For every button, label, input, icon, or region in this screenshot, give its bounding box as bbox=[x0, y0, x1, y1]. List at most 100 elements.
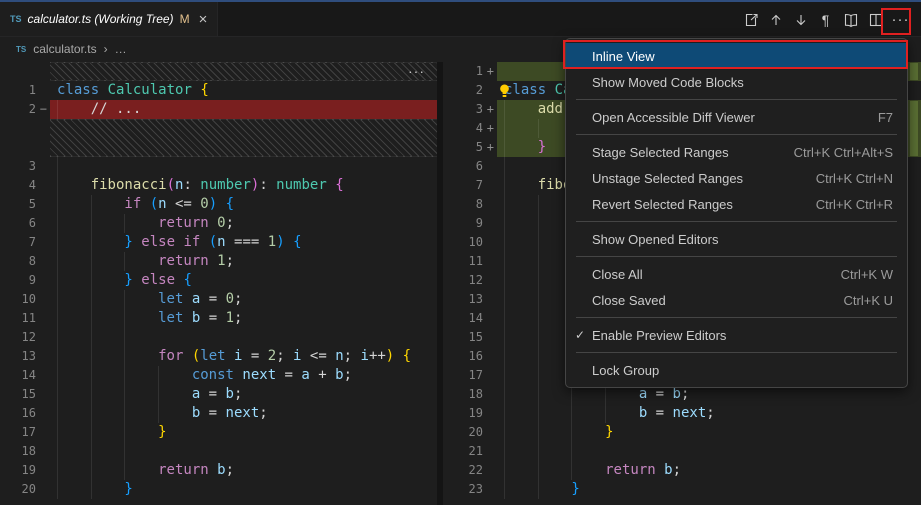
original-editor-pane[interactable]: ··· 1class Calculator {2−// ...34fibonac… bbox=[0, 62, 437, 505]
code-line[interactable]: fibonacci(n: number): number { bbox=[50, 176, 437, 195]
menu-item-close-saved[interactable]: Close Saved Ctrl+K U bbox=[566, 287, 907, 313]
menu-shortcut: Ctrl+K Ctrl+N bbox=[816, 171, 893, 186]
code-line[interactable]: for (let i = 2; i <= n; i++) { bbox=[50, 347, 437, 366]
code-line[interactable] bbox=[50, 157, 437, 176]
menu-separator bbox=[576, 134, 897, 135]
code-line[interactable]: if (n <= 0) { bbox=[50, 195, 437, 214]
menu-item-unstage-selected-ranges[interactable]: Unstage Selected Ranges Ctrl+K Ctrl+N bbox=[566, 165, 907, 191]
code-row: 4fibonacci(n: number): number { bbox=[0, 176, 437, 195]
code-line[interactable]: return 1; bbox=[50, 252, 437, 271]
menu-item-inline-view[interactable]: Inline View bbox=[566, 43, 907, 69]
code-line[interactable]: a = b; bbox=[50, 385, 437, 404]
menu-item-stage-selected-ranges[interactable]: Stage Selected RangesCtrl+K Ctrl+Alt+S bbox=[566, 139, 907, 165]
line-number: 21 bbox=[443, 442, 497, 461]
line-number: 8 bbox=[0, 252, 50, 271]
menu-shortcut: Ctrl+K U bbox=[844, 293, 893, 308]
code-line[interactable]: return b; bbox=[497, 461, 921, 480]
code-line[interactable]: // ... bbox=[50, 100, 437, 119]
code-line[interactable]: return b; bbox=[50, 461, 437, 480]
code-line[interactable]: b = next; bbox=[50, 404, 437, 423]
previous-change-icon[interactable] bbox=[763, 7, 788, 32]
code-line[interactable]: return 0; bbox=[50, 214, 437, 233]
code-row: 19b = next; bbox=[443, 404, 921, 423]
original-code-lines: 1class Calculator {2−// ...34fibonacci(n… bbox=[0, 62, 437, 499]
lightbulb-icon[interactable] bbox=[499, 84, 510, 104]
breadcrumb-file[interactable]: calculator.ts bbox=[33, 42, 96, 56]
menu-item-enable-preview-editors[interactable]: ✓Enable Preview Editors bbox=[566, 322, 907, 348]
code-row: 7} else if (n === 1) { bbox=[0, 233, 437, 252]
code-line[interactable]: } bbox=[497, 423, 921, 442]
line-number: 17 bbox=[0, 423, 50, 442]
menu-item-show-opened-editors[interactable]: Show Opened Editors bbox=[566, 226, 907, 252]
line-number: 9 bbox=[0, 271, 50, 290]
menu-shortcut: F7 bbox=[878, 110, 893, 125]
line-number: 12 bbox=[443, 271, 497, 290]
code-line[interactable]: class Calculator { bbox=[50, 81, 437, 100]
line-number: 7 bbox=[443, 176, 497, 195]
menu-shortcut: Ctrl+K W bbox=[841, 267, 893, 282]
code-row: 5if (n <= 0) { bbox=[0, 195, 437, 214]
code-row: 20} bbox=[443, 423, 921, 442]
menu-item-label: Lock Group bbox=[592, 363, 893, 378]
more-actions-icon[interactable]: ··· bbox=[888, 7, 913, 32]
diff-filler-hatch bbox=[50, 62, 437, 81]
line-number: 10 bbox=[443, 233, 497, 252]
code-line[interactable]: b = next; bbox=[497, 404, 921, 423]
split-editor-icon[interactable] bbox=[863, 7, 888, 32]
code-line[interactable] bbox=[50, 328, 437, 347]
line-number: 1+ bbox=[443, 62, 497, 81]
code-row: 19return b; bbox=[0, 461, 437, 480]
code-row: 17} bbox=[0, 423, 437, 442]
code-row: 14const next = a + b; bbox=[0, 366, 437, 385]
code-line[interactable]: } else if (n === 1) { bbox=[50, 233, 437, 252]
code-line[interactable]: } else { bbox=[50, 271, 437, 290]
code-line[interactable]: let b = 1; bbox=[50, 309, 437, 328]
filler-row bbox=[0, 62, 437, 81]
checkmark-icon: ✓ bbox=[575, 328, 592, 342]
code-line[interactable]: } bbox=[497, 480, 921, 499]
line-number: 5 bbox=[0, 195, 50, 214]
open-preview-icon[interactable] bbox=[838, 7, 863, 32]
gutter bbox=[0, 119, 50, 157]
code-line[interactable]: } bbox=[50, 480, 437, 499]
next-change-icon[interactable] bbox=[788, 7, 813, 32]
code-line[interactable]: } bbox=[50, 423, 437, 442]
line-number: 4+ bbox=[443, 119, 497, 138]
code-row: 23} bbox=[443, 480, 921, 499]
line-number: 22 bbox=[443, 461, 497, 480]
whitespace-icon[interactable]: ¶ bbox=[813, 7, 838, 32]
line-number: 3 bbox=[0, 157, 50, 176]
tab-close-icon[interactable]: × bbox=[199, 12, 208, 27]
menu-item-close-all[interactable]: Close AllCtrl+K W bbox=[566, 261, 907, 287]
code-row: 6return 0; bbox=[0, 214, 437, 233]
breadcrumb-symbol[interactable]: … bbox=[115, 42, 127, 56]
line-number: 7 bbox=[0, 233, 50, 252]
line-number: 11 bbox=[0, 309, 50, 328]
menu-separator bbox=[576, 256, 897, 257]
modified-badge: M bbox=[180, 12, 190, 26]
menu-item-label: Revert Selected Ranges bbox=[592, 197, 788, 212]
open-file-icon[interactable] bbox=[738, 7, 763, 32]
menu-item-label: Open Accessible Diff Viewer bbox=[592, 110, 850, 125]
menu-item-show-moved-code-blocks[interactable]: Show Moved Code Blocks bbox=[566, 69, 907, 95]
menu-item-lock-group[interactable]: Lock Group bbox=[566, 357, 907, 383]
code-line[interactable]: let a = 0; bbox=[50, 290, 437, 309]
line-number: 20 bbox=[0, 480, 50, 499]
code-line[interactable]: const next = a + b; bbox=[50, 366, 437, 385]
more-actions-icon[interactable]: ··· bbox=[408, 63, 425, 79]
menu-separator bbox=[576, 352, 897, 353]
line-number: 16 bbox=[443, 347, 497, 366]
menu-item-revert-selected-ranges[interactable]: Revert Selected Ranges Ctrl+K Ctrl+R bbox=[566, 191, 907, 217]
line-number: 6 bbox=[0, 214, 50, 233]
code-line[interactable] bbox=[50, 442, 437, 461]
menu-item-label: Close Saved bbox=[592, 293, 816, 308]
code-row: 21 bbox=[443, 442, 921, 461]
editor-tab[interactable]: TS calculator.ts (Working Tree) M × bbox=[0, 2, 218, 36]
menu-shortcut: Ctrl+K Ctrl+R bbox=[816, 197, 893, 212]
overview-ruler[interactable] bbox=[908, 62, 921, 505]
line-number: 15 bbox=[443, 328, 497, 347]
code-row: 16b = next; bbox=[0, 404, 437, 423]
menu-item-label: Unstage Selected Ranges bbox=[592, 171, 788, 186]
code-line[interactable] bbox=[497, 442, 921, 461]
menu-item-open-accessible-diff-viewer[interactable]: Open Accessible Diff Viewer F7 bbox=[566, 104, 907, 130]
